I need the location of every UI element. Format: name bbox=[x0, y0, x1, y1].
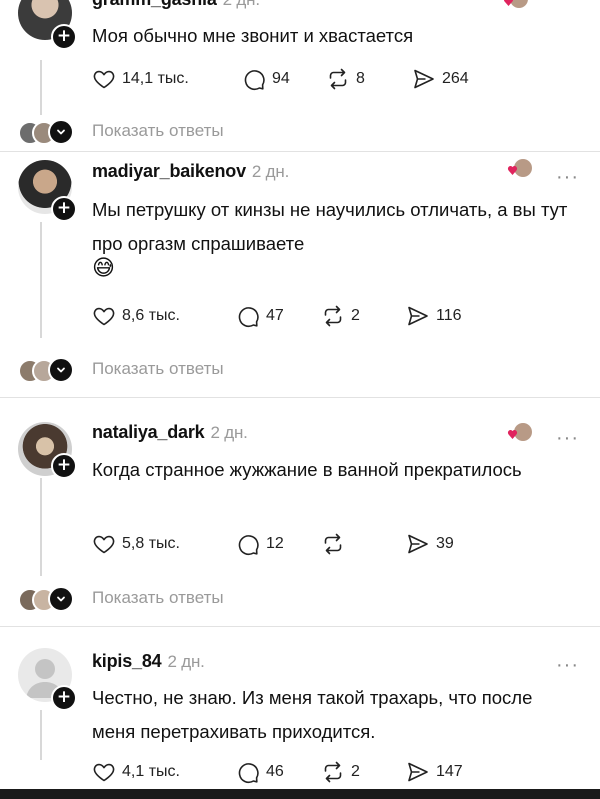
reply-count: 12 bbox=[266, 535, 284, 552]
show-replies-label[interactable]: Показать ответы bbox=[92, 359, 224, 379]
share-count: 39 bbox=[436, 535, 454, 552]
reply-avatars bbox=[18, 586, 82, 612]
liked-by-author-icon bbox=[507, 159, 532, 177]
like-button[interactable]: 5,8 тыс. bbox=[92, 532, 236, 556]
send-paper-plane-icon bbox=[406, 532, 430, 556]
comment-username[interactable]: nataliya_dark 2 дн. bbox=[92, 422, 248, 443]
repost-button[interactable]: 2 bbox=[321, 760, 406, 784]
emoji: 😅 bbox=[92, 256, 115, 281]
share-count: 264 bbox=[442, 70, 469, 87]
repost-arrows-icon bbox=[321, 532, 345, 556]
speech-bubble-icon bbox=[236, 760, 260, 784]
comment-time: 2 дн. bbox=[210, 423, 248, 442]
like-button[interactable]: 4,1 тыс. bbox=[92, 760, 236, 784]
liked-by-author-icon bbox=[507, 423, 532, 441]
reply-avatars bbox=[18, 119, 82, 145]
follow-plus-icon[interactable]: + bbox=[51, 196, 77, 222]
repost-count: 2 bbox=[351, 763, 360, 780]
reply-button[interactable]: 47 bbox=[236, 304, 321, 328]
more-options-icon[interactable]: ··· bbox=[556, 655, 579, 675]
reply-count: 46 bbox=[266, 763, 284, 780]
show-replies-label[interactable]: Показать ответы bbox=[92, 121, 224, 141]
comment-time: 2 дн. bbox=[251, 162, 290, 181]
repost-button[interactable] bbox=[321, 532, 406, 556]
reply-count: 47 bbox=[266, 307, 284, 324]
username-text[interactable]: gramm_gasnia bbox=[92, 0, 217, 9]
follow-plus-icon[interactable]: + bbox=[51, 453, 77, 479]
reply-count: 94 bbox=[272, 70, 290, 87]
share-count: 147 bbox=[436, 763, 463, 780]
comment-username[interactable]: kipis_84 2 дн. bbox=[92, 651, 205, 672]
like-count: 8,6 тыс. bbox=[122, 307, 180, 324]
follow-plus-icon[interactable]: + bbox=[51, 24, 77, 50]
liked-by-author-icon bbox=[503, 0, 528, 8]
send-paper-plane-icon bbox=[412, 67, 436, 91]
repost-arrows-icon bbox=[321, 760, 345, 784]
divider bbox=[0, 397, 600, 398]
repost-arrows-icon bbox=[321, 304, 345, 328]
show-replies-label[interactable]: Показать ответы bbox=[92, 588, 224, 608]
like-count: 5,8 тыс. bbox=[122, 535, 180, 552]
send-paper-plane-icon bbox=[406, 304, 430, 328]
speech-bubble-icon bbox=[242, 67, 266, 91]
reply-button[interactable]: 12 bbox=[236, 532, 321, 556]
more-options-icon[interactable]: ··· bbox=[556, 167, 579, 187]
bottom-bar bbox=[0, 789, 600, 799]
repost-count: 8 bbox=[356, 70, 365, 87]
comment-time: 2 дн. bbox=[167, 652, 205, 671]
share-button[interactable]: 116 bbox=[406, 304, 462, 328]
more-options-icon[interactable]: ··· bbox=[556, 428, 579, 448]
divider bbox=[0, 151, 600, 152]
thread-line bbox=[40, 60, 42, 115]
heart-outline-icon bbox=[92, 760, 116, 784]
action-bar: 5,8 тыс. 12 39 bbox=[92, 531, 454, 557]
username-text[interactable]: kipis_84 bbox=[92, 651, 162, 671]
comment-time: 2 дн. bbox=[223, 0, 260, 9]
like-button[interactable]: 8,6 тыс. bbox=[92, 304, 236, 328]
speech-bubble-icon bbox=[236, 304, 260, 328]
share-count: 116 bbox=[436, 307, 462, 324]
share-button[interactable]: 147 bbox=[406, 760, 463, 784]
heart-outline-icon bbox=[92, 304, 116, 328]
like-count: 14,1 тыс. bbox=[122, 70, 189, 87]
action-bar: 4,1 тыс. 46 2 147 bbox=[92, 759, 463, 785]
repost-button[interactable]: 2 bbox=[321, 304, 406, 328]
heart-outline-icon bbox=[92, 532, 116, 556]
like-button[interactable]: 14,1 тыс. bbox=[92, 67, 242, 91]
comment-text: Когда странное жужжание в ванной прекрат… bbox=[92, 459, 522, 480]
reply-avatars bbox=[18, 357, 82, 383]
chevron-down-circle-icon bbox=[48, 586, 74, 612]
comment-text: Честно, не знаю. Из меня такой трахарь, … bbox=[92, 687, 533, 742]
comment-username[interactable]: gramm_gasnia 2 дн. bbox=[92, 0, 260, 10]
username-text[interactable]: nataliya_dark bbox=[92, 422, 205, 442]
repost-arrows-icon bbox=[326, 67, 350, 91]
comment-text: Моя обычно мне звонит и хвастается bbox=[92, 25, 414, 46]
show-replies-button[interactable]: Показать ответы bbox=[18, 584, 224, 612]
action-bar: 8,6 тыс. 47 2 116 bbox=[92, 303, 462, 329]
show-replies-button[interactable]: Показать ответы bbox=[18, 117, 224, 145]
comment-text: Мы петрушку от кинзы не научились отлича… bbox=[92, 199, 568, 254]
repost-button[interactable]: 8 bbox=[326, 67, 412, 91]
follow-plus-icon[interactable]: + bbox=[51, 685, 77, 711]
reply-button[interactable]: 46 bbox=[236, 760, 321, 784]
thread-line bbox=[40, 710, 42, 760]
speech-bubble-icon bbox=[236, 532, 260, 556]
heart-outline-icon bbox=[92, 67, 116, 91]
like-count: 4,1 тыс. bbox=[122, 763, 180, 780]
divider bbox=[0, 626, 600, 627]
username-text[interactable]: madiyar_baikenov bbox=[92, 161, 246, 181]
chevron-down-circle-icon bbox=[48, 357, 74, 383]
repost-count: 2 bbox=[351, 307, 360, 324]
thread-line bbox=[40, 222, 42, 338]
share-button[interactable]: 39 bbox=[406, 532, 454, 556]
action-bar: 14,1 тыс. 94 8 264 bbox=[92, 66, 469, 92]
share-button[interactable]: 264 bbox=[412, 67, 469, 91]
thread-line bbox=[40, 478, 42, 576]
comment-username[interactable]: madiyar_baikenov 2 дн. bbox=[92, 161, 289, 182]
show-replies-button[interactable]: Показать ответы bbox=[18, 355, 224, 383]
send-paper-plane-icon bbox=[406, 760, 430, 784]
reply-button[interactable]: 94 bbox=[242, 67, 326, 91]
chevron-down-circle-icon bbox=[48, 119, 74, 145]
